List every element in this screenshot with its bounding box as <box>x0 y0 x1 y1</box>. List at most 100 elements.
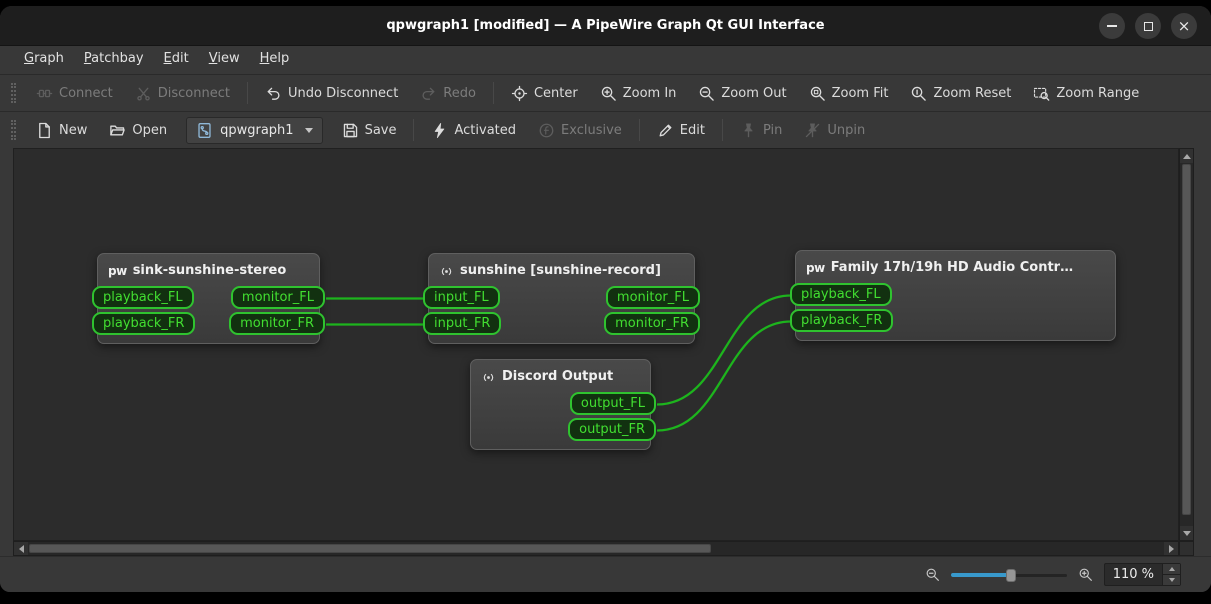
zoom-in-button[interactable]: Zoom In <box>589 79 688 108</box>
zoom-value: 110 % <box>1112 567 1154 582</box>
toolbar-item-label: Undo Disconnect <box>287 85 399 101</box>
toolbar-item-label: Unpin <box>827 122 866 138</box>
window-controls: × <box>1099 13 1197 39</box>
port-monitor-fl[interactable]: monitor_FL <box>605 286 700 309</box>
menu-view[interactable]: View <box>199 46 250 74</box>
patchbay-select[interactable]: qpwgraph1 <box>186 116 323 144</box>
unpin-button[interactable]: Unpin <box>793 116 876 145</box>
edit-button[interactable]: Edit <box>646 116 716 145</box>
port-playback-fl[interactable]: playback_FL <box>790 283 892 306</box>
undo-disconnect-button[interactable]: Undo Disconnect <box>254 79 409 108</box>
toolbar-drag-handle-icon[interactable] <box>11 120 16 140</box>
pin-icon <box>740 122 757 139</box>
toolbar-item-label: Exclusive <box>561 122 622 138</box>
port-input-fl[interactable]: input_FL <box>423 286 500 309</box>
toolbar-separator <box>246 82 248 104</box>
save-button[interactable]: Save <box>331 116 408 145</box>
port-monitor-fr[interactable]: monitor_FR <box>229 312 325 335</box>
node-title: sunshine [sunshine-record] <box>460 263 661 278</box>
zoom-in-icon[interactable] <box>1078 567 1093 582</box>
horizontal-scroll-track[interactable] <box>28 542 1164 555</box>
close-button[interactable]: × <box>1171 13 1197 39</box>
unpin-icon <box>804 122 821 139</box>
zoom-fit-icon <box>809 85 826 102</box>
zoom-out-icon[interactable] <box>925 567 940 582</box>
node-sunshine[interactable]: sunshine [sunshine-record] input_FL input_… <box>423 253 700 344</box>
vertical-scroll-thumb[interactable] <box>1182 164 1191 515</box>
minimize-button[interactable] <box>1099 13 1125 39</box>
port-output-fl[interactable]: output_FL <box>569 392 656 415</box>
node-header: pw Family 17h/19h HD Audio Contr… <box>796 251 1115 277</box>
new-button[interactable]: New <box>25 116 98 145</box>
titlebar[interactable]: qpwgraph1 [modified] — A PipeWire Graph … <box>0 6 1211 46</box>
node-header: sunshine [sunshine-record] <box>429 254 694 280</box>
scroll-left-button[interactable] <box>14 542 28 555</box>
toolbar-item-label: Edit <box>679 122 705 138</box>
zoom-reset-button[interactable]: Zoom Reset <box>899 79 1022 108</box>
chevron-down-icon <box>304 128 313 137</box>
toolbar-item-label: New <box>59 122 88 138</box>
zoom-range-button[interactable]: Zoom Range <box>1022 79 1150 108</box>
zoom-out-icon <box>698 85 715 102</box>
exclusive-icon <box>538 122 555 139</box>
toolbar-item-label: Zoom Reset <box>933 85 1012 101</box>
toolbar-item-label: Disconnect <box>157 85 230 101</box>
toolbar-drag-handle-icon[interactable] <box>11 83 16 103</box>
maximize-icon <box>1143 21 1153 31</box>
scroll-down-button[interactable] <box>1180 526 1193 540</box>
connection-wires <box>325 294 792 432</box>
canvas-area: pw sink-sunshine-stereo playback_FL playbac… <box>13 148 1194 556</box>
disconnect-button[interactable]: Disconnect <box>124 79 241 108</box>
zoom-slider[interactable] <box>950 567 1067 583</box>
node-discord-output[interactable]: Discord Output output_FL output_FR <box>470 359 656 450</box>
zoom-spinbox[interactable]: 110 % <box>1103 563 1181 586</box>
pin-button[interactable]: Pin <box>729 116 793 145</box>
maximize-button[interactable] <box>1135 13 1161 39</box>
node-family-hd-audio[interactable]: pw Family 17h/19h HD Audio Contr… playback… <box>790 250 1116 341</box>
arrow-left-icon <box>18 544 24 553</box>
exclusive-button[interactable]: Exclusive <box>527 116 633 145</box>
activated-button[interactable]: Activated <box>420 116 527 145</box>
node-header: pw sink-sunshine-stereo <box>98 254 319 280</box>
pipewire-icon: pw <box>108 264 127 278</box>
zoom-slider-handle[interactable] <box>1006 568 1016 582</box>
node-sink-sunshine-stereo[interactable]: pw sink-sunshine-stereo playback_FLplaybac… <box>92 253 325 344</box>
toolbar-item-label: Pin <box>762 122 783 138</box>
redo-button[interactable]: Redo <box>409 79 487 108</box>
center-button[interactable]: Center <box>500 79 589 108</box>
node-header: Discord Output <box>471 360 650 386</box>
zoom-out-button[interactable]: Zoom Out <box>687 79 797 108</box>
toolbar-item-label: Open <box>132 122 168 138</box>
vertical-scroll-track[interactable] <box>1180 163 1193 526</box>
port-playback-fl[interactable]: playback_FL <box>92 286 194 309</box>
port-playback-fr[interactable]: playback_FR <box>790 309 894 332</box>
toolbar-item-label: Connect <box>59 85 113 101</box>
window-title: qpwgraph1 [modified] — A PipeWire Graph … <box>386 18 825 33</box>
port-monitor-fl[interactable]: monitor_FL <box>230 286 325 309</box>
port-playback-fr[interactable]: playback_FR <box>92 312 196 335</box>
port-output-fr[interactable]: output_FR <box>568 418 656 441</box>
toolbar-item-label: Redo <box>443 85 476 101</box>
menu-graph[interactable]: Graph <box>14 46 74 74</box>
port-input-fr[interactable]: input_FR <box>423 312 502 335</box>
menu-patchbay[interactable]: Patchbay <box>74 46 154 74</box>
menu-help[interactable]: Help <box>250 46 300 74</box>
scroll-up-button[interactable] <box>1180 149 1193 163</box>
toolbar-item-label: Zoom In <box>622 85 677 101</box>
graph-canvas[interactable]: pw sink-sunshine-stereo playback_FL playbac… <box>13 148 1179 541</box>
zoom-spin-down-button[interactable] <box>1163 574 1180 585</box>
disconnect-icon <box>135 85 152 102</box>
edit-icon <box>657 122 674 139</box>
menu-edit[interactable]: Edit <box>154 46 199 74</box>
horizontal-scroll-thumb[interactable] <box>29 544 711 553</box>
port-monitor-fr[interactable]: monitor_FR <box>604 312 700 335</box>
open-button[interactable]: Open <box>98 116 178 145</box>
save-icon <box>342 122 359 139</box>
connect-button[interactable]: Connect <box>25 79 124 108</box>
minimize-icon <box>1107 25 1117 27</box>
zoom-spin-up-button[interactable] <box>1163 564 1180 574</box>
scroll-right-button[interactable] <box>1164 542 1178 555</box>
zoom-fit-button[interactable]: Zoom Fit <box>798 79 900 108</box>
close-icon: × <box>1177 16 1191 35</box>
arrow-down-icon <box>1168 578 1175 582</box>
